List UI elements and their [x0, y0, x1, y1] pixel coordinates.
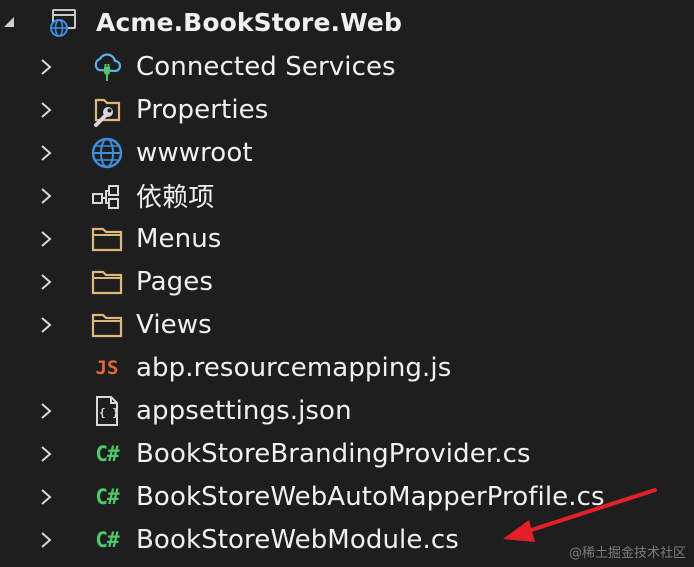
csharp-file-icon: C# [95, 441, 119, 466]
tree-item-bookstore-branding-provider[interactable]: C# BookStoreBrandingProvider.cs [0, 432, 694, 475]
tree-item-label: Menus [136, 223, 222, 254]
expand-chevron-icon[interactable] [39, 401, 53, 421]
expand-chevron-icon[interactable] [39, 186, 53, 206]
tree-item-label: Connected Services [136, 51, 396, 82]
tree-item-dependencies[interactable]: 依赖项 [0, 174, 694, 217]
expand-chevron-icon[interactable] [39, 57, 53, 77]
dependencies-icon [90, 179, 124, 213]
expand-chevron-icon[interactable] [39, 444, 53, 464]
watermark: @稀土掘金技术社区 [568, 546, 686, 561]
tree-item-menus[interactable]: Menus [0, 217, 694, 260]
expand-chevron-icon[interactable] [39, 315, 53, 335]
tree-item-abp-resourcemapping-js[interactable]: JS abp.resourcemapping.js [0, 346, 694, 389]
json-file-icon: { } [90, 394, 124, 428]
csharp-file-icon: C# [95, 527, 119, 552]
project-node[interactable]: Acme.BookStore.Web [0, 2, 694, 42]
csharp-file-icon: C# [95, 484, 119, 509]
collapse-chevron-icon[interactable] [2, 12, 16, 32]
tree-item-label: wwwroot [136, 137, 253, 168]
tree-item-properties[interactable]: Properties [0, 88, 694, 131]
tree-item-label: Pages [136, 266, 213, 297]
expand-chevron-icon[interactable] [39, 530, 53, 550]
tree-item-wwwroot[interactable]: wwwroot [0, 131, 694, 174]
annotation-arrow-icon [503, 488, 657, 542]
folder-icon [90, 265, 124, 299]
tree-item-label: Properties [136, 94, 269, 125]
tree-item-label: BookStoreBrandingProvider.cs [136, 438, 531, 469]
tree-item-label: BookStoreWebModule.cs [136, 524, 459, 555]
js-file-icon: JS [95, 356, 119, 379]
tree-item-label: abp.resourcemapping.js [136, 352, 452, 383]
expand-chevron-icon[interactable] [39, 229, 53, 249]
folder-icon [90, 222, 124, 256]
folder-icon [90, 308, 124, 342]
expand-chevron-icon[interactable] [39, 487, 53, 507]
expand-chevron-icon[interactable] [39, 143, 53, 163]
tree-item-views[interactable]: Views [0, 303, 694, 346]
connected-services-icon [90, 50, 124, 84]
tree-item-label: Views [136, 309, 212, 340]
tree-item-label: appsettings.json [136, 395, 352, 426]
globe-icon [90, 136, 124, 170]
solution-explorer-tree: Acme.BookStore.Web Connected Services Pr… [0, 0, 694, 567]
tree-item-appsettings-json[interactable]: { } appsettings.json [0, 389, 694, 432]
web-project-icon [46, 5, 80, 39]
tree-item-label: 依赖项 [136, 183, 215, 213]
expand-chevron-icon[interactable] [39, 272, 53, 292]
tree-item-connected-services[interactable]: Connected Services [0, 45, 694, 88]
project-name: Acme.BookStore.Web [96, 7, 402, 37]
json-file-glyph: { } [99, 405, 119, 419]
properties-icon [90, 93, 124, 127]
expand-chevron-icon[interactable] [39, 100, 53, 120]
tree-item-pages[interactable]: Pages [0, 260, 694, 303]
